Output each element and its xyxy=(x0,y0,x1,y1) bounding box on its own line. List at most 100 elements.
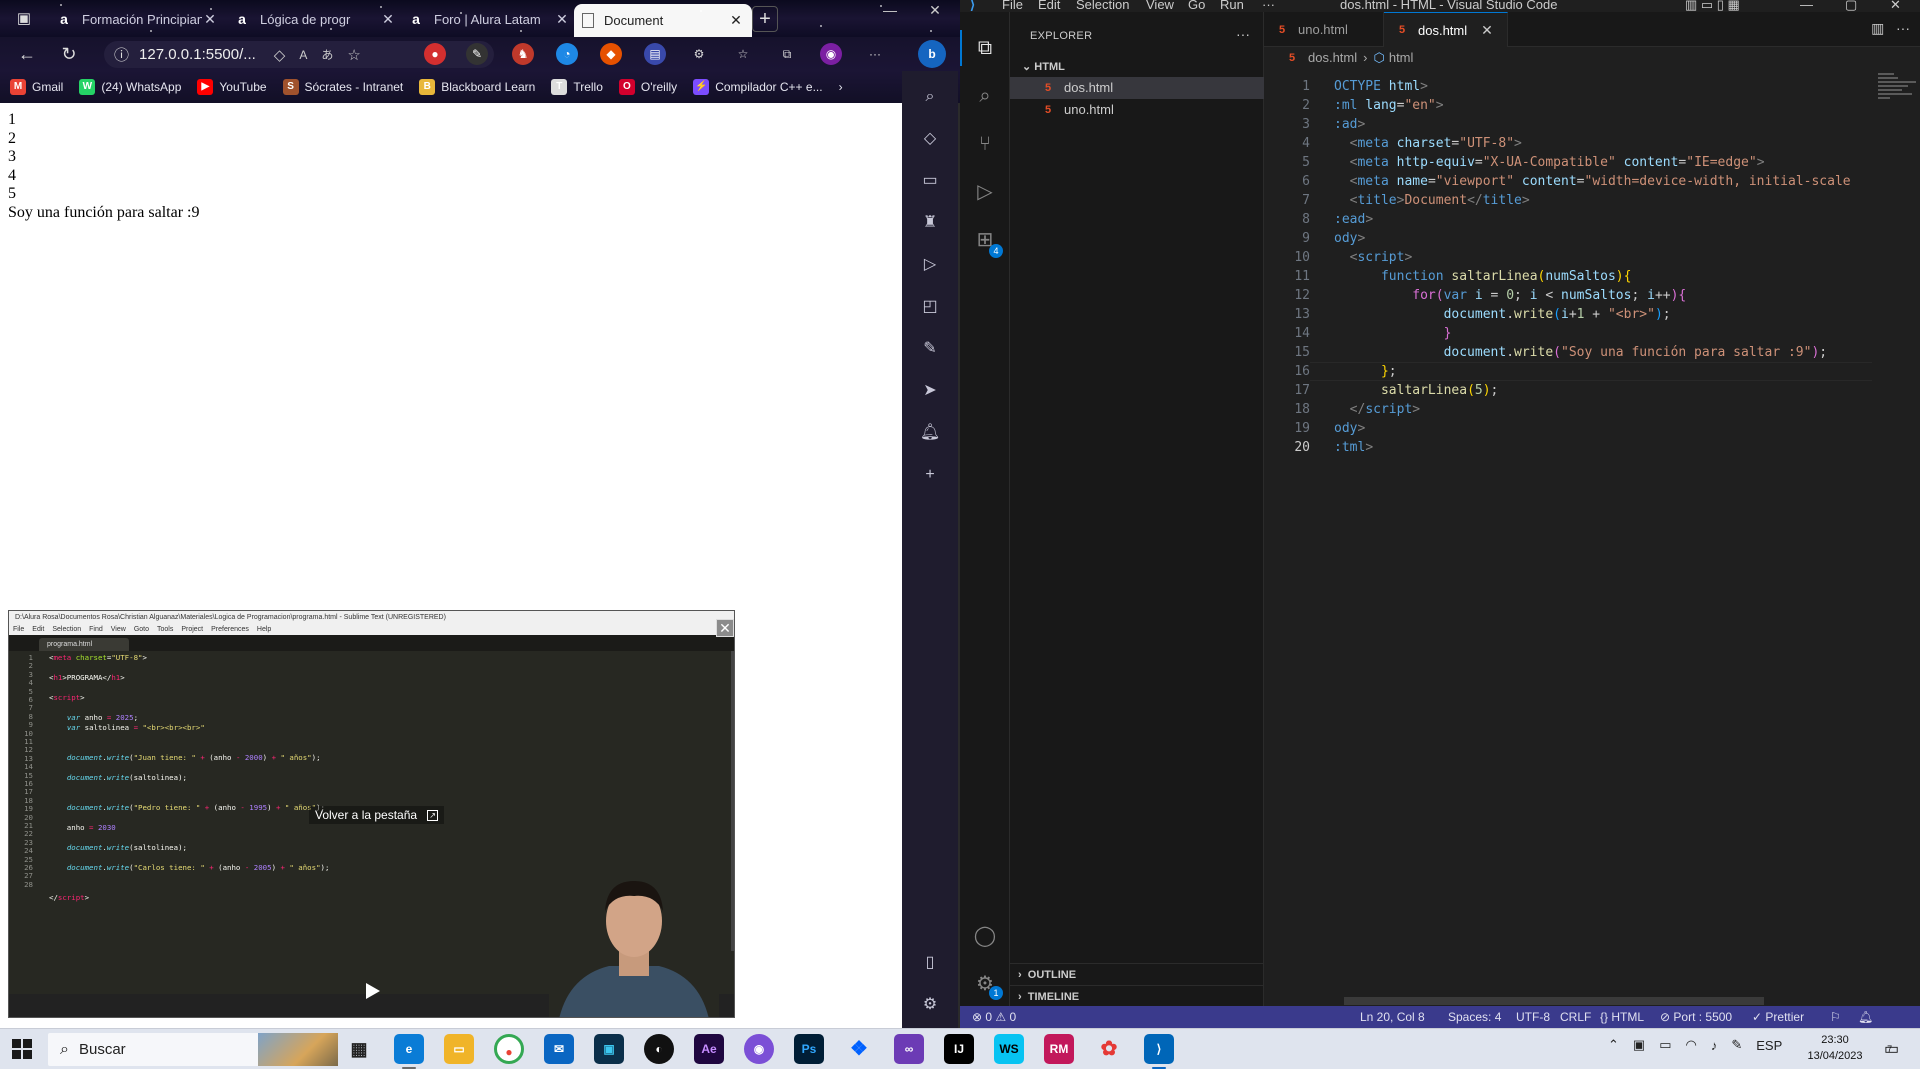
bookmark-item[interactable]: B Blackboard Learn xyxy=(419,79,535,95)
chevron-up-icon[interactable]: ⌃ xyxy=(1608,1037,1619,1053)
tag-icon[interactable]: ◇ xyxy=(918,127,942,151)
back-icon[interactable]: ← xyxy=(12,40,42,68)
outline-section[interactable]: › OUTLINE xyxy=(1010,963,1264,985)
pen-icon[interactable]: ✎ xyxy=(1731,1037,1742,1053)
encoding-status[interactable]: UTF-8 xyxy=(1516,1006,1550,1028)
menu-more[interactable]: ··· xyxy=(1262,0,1275,12)
language-indicator[interactable]: ESP xyxy=(1756,1038,1782,1053)
more-actions-icon[interactable]: ··· xyxy=(1236,26,1250,42)
edge-app-icon[interactable]: e xyxy=(394,1034,424,1064)
picture-in-picture-video[interactable]: D:\Alura Rosa\Documentos Rosa\Christian … xyxy=(8,610,735,1018)
mail-app-icon[interactable]: ✉ xyxy=(544,1034,574,1064)
vscode-app-icon[interactable]: ⟩ xyxy=(1144,1034,1174,1064)
problems-status[interactable]: ⊗ 0 ⚠ 0 xyxy=(972,1006,1016,1028)
bing-icon[interactable]: b xyxy=(918,40,946,68)
search-icon[interactable]: ⌕ xyxy=(918,85,942,109)
tab-uno-html[interactable]: 5 uno.html xyxy=(1264,12,1384,47)
extension-icon[interactable]: ◔ xyxy=(556,43,578,65)
bell-icon[interactable]: 🔔︎ xyxy=(918,421,942,445)
close-pip-button[interactable]: ✕ xyxy=(716,619,734,637)
meet-icon[interactable]: ▣ xyxy=(1633,1037,1645,1053)
menu-edit[interactable]: Edit xyxy=(1038,0,1060,12)
close-icon[interactable]: ✕ xyxy=(554,11,570,28)
file-explorer-icon[interactable]: ▭ xyxy=(444,1034,474,1064)
account-icon[interactable]: ◯ xyxy=(971,922,999,950)
bookmark-item[interactable]: M Gmail xyxy=(10,79,63,95)
translate-icon[interactable]: あ xyxy=(321,46,333,63)
minimize-icon[interactable]: — xyxy=(1800,0,1813,12)
read-aloud-icon[interactable]: A xyxy=(299,48,307,62)
browser-tab[interactable]: a Formación Principian ✕ xyxy=(48,4,226,34)
notification-center-icon[interactable]: ▭7 xyxy=(1884,1039,1904,1059)
profile-avatar[interactable]: ◉ xyxy=(820,43,842,65)
chrome-app-icon[interactable]: ● xyxy=(494,1034,524,1064)
new-tab-button[interactable]: + xyxy=(752,6,778,32)
settings-icon[interactable]: ⚙ xyxy=(688,43,710,65)
webstorm-icon[interactable]: WS xyxy=(994,1034,1024,1064)
extension-icon[interactable]: ♞ xyxy=(512,43,534,65)
bookmark-item[interactable]: ⚡ Compilador C++ e... xyxy=(693,79,823,95)
extension-icon[interactable]: ◆ xyxy=(600,43,622,65)
outlook-icon[interactable]: ◰ xyxy=(918,295,942,319)
collections-icon[interactable]: ⧉ xyxy=(776,43,798,65)
extension-icon[interactable]: ▤ xyxy=(644,43,666,65)
send-icon[interactable]: ➤ xyxy=(918,379,942,403)
more-icon[interactable]: ··· xyxy=(864,43,886,65)
rubymine-icon[interactable]: RM xyxy=(1044,1034,1074,1064)
run-debug-icon[interactable]: ▷ xyxy=(971,178,999,206)
bookmark-item[interactable]: W (24) WhatsApp xyxy=(79,79,181,95)
search-icon[interactable]: ⌕ xyxy=(971,82,999,110)
bookmark-item[interactable]: ▶ YouTube xyxy=(197,79,267,95)
favorites-icon[interactable]: ☆ xyxy=(732,43,754,65)
menu-selection[interactable]: Selection xyxy=(1076,0,1129,12)
battery-icon[interactable]: ▭ xyxy=(1659,1037,1671,1053)
taskbar-search[interactable]: ⌕ Buscar xyxy=(48,1033,338,1066)
close-icon[interactable]: ✕ xyxy=(728,12,744,29)
favorite-add-icon[interactable]: ☆ xyxy=(347,46,360,64)
sidebar-toggle-icon[interactable]: ▯ xyxy=(918,951,942,975)
minimap[interactable] xyxy=(1874,69,1920,1006)
feedback-icon[interactable]: ⚐ xyxy=(1830,1006,1841,1028)
split-editor-icon[interactable]: ▥ ··· xyxy=(1871,20,1910,37)
menu-view[interactable]: View xyxy=(1146,0,1174,12)
wifi-icon[interactable]: ◠ xyxy=(1686,1037,1697,1053)
bookmark-item[interactable]: T Trello xyxy=(551,79,603,95)
clock[interactable]: 23:30 13/04/2023 xyxy=(1800,1032,1870,1064)
scrollbar[interactable] xyxy=(731,651,734,951)
bookmark-item[interactable]: O O'reilly xyxy=(618,79,677,95)
notifications-icon[interactable]: 🔔︎ xyxy=(1858,1006,1873,1028)
minimize-icon[interactable]: — xyxy=(870,2,910,18)
extension-icon[interactable]: ✎ xyxy=(466,43,488,65)
briefcase-icon[interactable]: ▭ xyxy=(918,169,942,193)
dropbox-icon[interactable]: ❖ xyxy=(844,1034,874,1064)
volume-icon[interactable]: ♪ xyxy=(1711,1038,1718,1053)
browser-tab[interactable]: a Lógica de progr ✕ xyxy=(226,4,404,34)
discord-icon[interactable]: ◉ xyxy=(744,1034,774,1064)
shield-icon[interactable]: ◇ xyxy=(274,46,286,64)
eol-status[interactable]: CRLF xyxy=(1560,1006,1591,1028)
add-icon[interactable]: + xyxy=(918,463,942,487)
prettier-status[interactable]: ✓ Prettier xyxy=(1752,1006,1804,1028)
gear-icon[interactable]: ⚙ xyxy=(918,993,942,1017)
language-status[interactable]: {} HTML xyxy=(1600,1006,1644,1028)
jetbrains-icon[interactable]: IJ xyxy=(944,1034,974,1064)
menu-file[interactable]: File xyxy=(1002,0,1023,12)
task-view-icon[interactable]: ▦ xyxy=(344,1034,374,1064)
live-server-port[interactable]: ⊘ Port : 5500 xyxy=(1660,1006,1732,1028)
bookmark-item[interactable]: S Sócrates - Intranet xyxy=(282,79,403,95)
adblock-icon[interactable]: ● xyxy=(424,43,446,65)
visual-studio-icon[interactable]: ∞ xyxy=(894,1034,924,1064)
tab-dos-html[interactable]: 5 dos.html ✕ xyxy=(1384,12,1508,47)
cursor-position[interactable]: Ln 20, Col 8 xyxy=(1360,1006,1425,1028)
menu-run[interactable]: Run xyxy=(1220,0,1244,12)
app-icon[interactable]: ▣ xyxy=(594,1034,624,1064)
close-icon[interactable]: ✕ xyxy=(202,11,218,28)
close-icon[interactable]: ✕ xyxy=(380,11,396,28)
timeline-section[interactable]: › TIMELINE xyxy=(1010,985,1264,1007)
play-icon[interactable]: ▷ xyxy=(918,253,942,277)
windows-start-icon[interactable] xyxy=(12,1039,32,1059)
photoshop-icon[interactable]: Ps xyxy=(794,1034,824,1064)
horizontal-scrollbar[interactable] xyxy=(1344,997,1764,1005)
app-icon[interactable]: ◐ xyxy=(644,1034,674,1064)
play-icon[interactable] xyxy=(366,983,380,999)
